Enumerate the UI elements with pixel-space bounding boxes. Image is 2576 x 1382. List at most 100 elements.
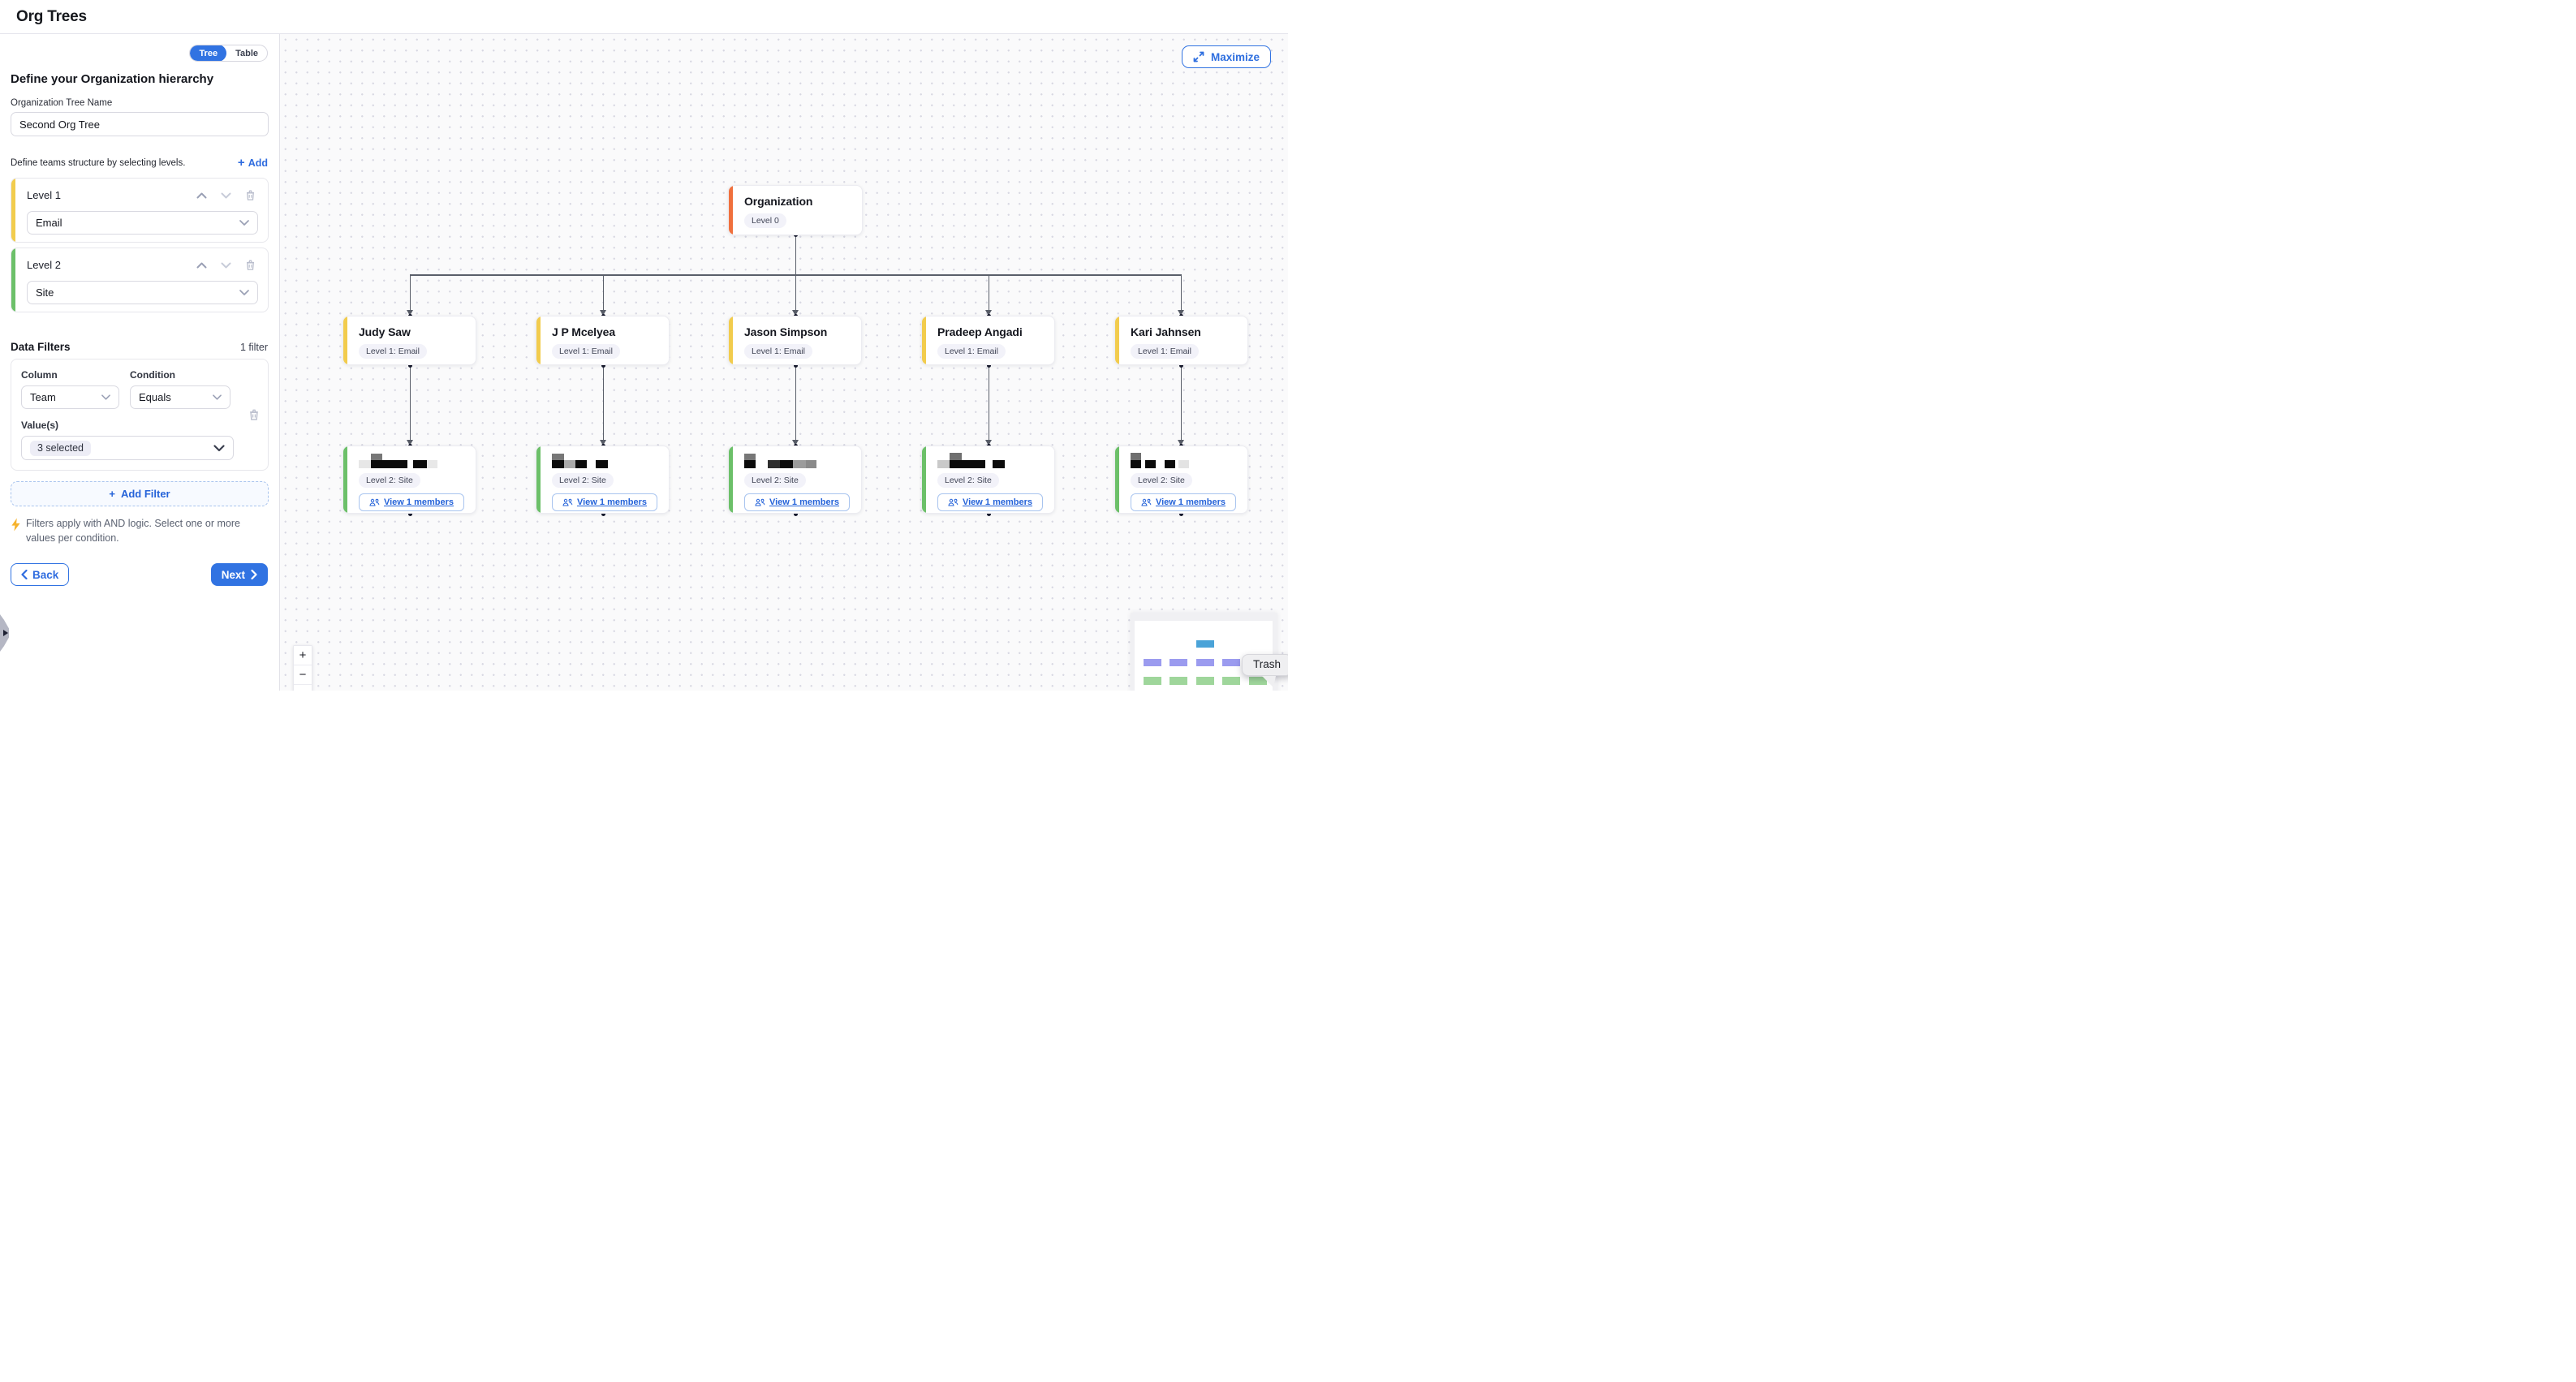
level-badge: Level 2: Site	[359, 473, 420, 488]
move-down-icon[interactable]	[221, 192, 231, 199]
trash-tooltip: Trash	[1242, 654, 1288, 676]
move-up-icon[interactable]	[196, 262, 207, 269]
filter-condition-select[interactable]: Equals	[130, 385, 230, 409]
connector-line	[795, 235, 797, 310]
view-members-button[interactable]: View 1 members	[359, 493, 464, 511]
level-badge: Level 1: Email	[359, 344, 427, 359]
level1-color-stripe	[536, 316, 541, 364]
zoom-out-button[interactable]: −	[294, 665, 312, 685]
org-node-level1[interactable]: Pradeep Angadi Level 1: Email	[921, 316, 1055, 365]
minimap-level1-node	[1170, 659, 1187, 666]
zoom-in-button[interactable]: +	[294, 646, 312, 665]
chevron-left-icon	[21, 570, 28, 579]
level1-color-stripe	[343, 316, 347, 364]
level2-color-stripe	[343, 446, 347, 513]
members-icon	[1141, 498, 1152, 506]
minimap-level1-node	[1144, 659, 1161, 666]
chevron-down-icon	[239, 290, 249, 295]
org-node-level2[interactable]: Level 2: Site View 1 members	[1114, 446, 1248, 514]
view-members-button[interactable]: View 1 members	[937, 493, 1043, 511]
filter-column-select[interactable]: Team	[21, 385, 119, 409]
connector-line	[989, 274, 990, 310]
delete-level-icon[interactable]	[245, 259, 256, 271]
minimap-level1-node	[1222, 659, 1240, 666]
level1-title: Level 1	[27, 189, 196, 201]
minimap[interactable]	[1131, 613, 1277, 691]
condition-label: Condition	[130, 369, 230, 381]
delete-level-icon[interactable]	[245, 189, 256, 201]
move-down-icon[interactable]	[221, 262, 231, 269]
level1-column-select[interactable]: Email	[27, 211, 258, 235]
level2-title: Level 2	[27, 259, 196, 271]
back-button[interactable]: Back	[11, 563, 69, 586]
minimap-level2-node	[1144, 677, 1161, 685]
members-icon	[755, 498, 765, 506]
connector-line	[410, 365, 411, 440]
tree-name-input[interactable]	[11, 112, 269, 136]
chevron-down-icon	[101, 394, 110, 400]
view-mode-toggle[interactable]: Tree Table	[189, 45, 268, 62]
org-node-level2[interactable]: Level 2: Site View 1 members	[728, 446, 862, 514]
view-members-button[interactable]: View 1 members	[744, 493, 850, 511]
minimap-level2-node	[1170, 677, 1187, 685]
chevron-down-icon	[213, 445, 225, 452]
node-name: Pradeep Angadi	[937, 325, 1045, 338]
org-node-level2[interactable]: Level 2: Site View 1 members	[342, 446, 476, 514]
node-name: Organization	[744, 195, 852, 208]
page-title: Org Trees	[16, 8, 87, 26]
lightning-icon	[11, 518, 21, 532]
view-members-button[interactable]: View 1 members	[552, 493, 657, 511]
connector-line	[989, 365, 990, 440]
node-name: J P Mcelyea	[552, 325, 659, 338]
view-members-button[interactable]: View 1 members	[1131, 493, 1236, 511]
level0-color-stripe	[729, 186, 733, 235]
level1-color-stripe	[1115, 316, 1119, 364]
tree-name-label: Organization Tree Name	[11, 98, 268, 108]
node-name: Kari Jahnsen	[1131, 325, 1238, 338]
next-button[interactable]: Next	[211, 563, 268, 586]
org-node-level1[interactable]: Judy Saw Level 1: Email	[342, 316, 476, 365]
config-sidebar: Tree Table Define your Organization hier…	[0, 34, 280, 691]
level-badge: Level 2: Site	[1131, 473, 1192, 488]
level-badge: Level 1: Email	[552, 344, 620, 359]
level-badge: Level 1: Email	[744, 344, 812, 359]
chevron-down-icon	[239, 220, 249, 226]
minimap-level2-node	[1222, 677, 1240, 685]
level2-color-stripe	[1115, 446, 1119, 513]
move-up-icon[interactable]	[196, 192, 207, 199]
members-icon	[562, 498, 573, 506]
connector-line	[1181, 365, 1182, 440]
data-filters-title: Data Filters	[11, 341, 71, 353]
plus-icon: +	[238, 157, 245, 169]
fit-view-button[interactable]	[294, 685, 312, 691]
page-header: Org Trees	[0, 0, 1288, 34]
redacted-name	[1131, 454, 1238, 468]
maximize-button[interactable]: Maximize	[1182, 45, 1271, 68]
plus-icon: +	[109, 488, 115, 500]
add-level-button[interactable]: + Add	[238, 157, 268, 169]
org-node-level1[interactable]: Kari Jahnsen Level 1: Email	[1114, 316, 1248, 365]
filters-note: Filters apply with AND logic. Select one…	[26, 517, 254, 545]
level2-column-select[interactable]: Site	[27, 281, 258, 304]
column-label: Column	[21, 369, 119, 381]
filter-values-select[interactable]: 3 selected	[21, 436, 234, 460]
levels-description: Define teams structure by selecting leve…	[11, 158, 185, 168]
toggle-table[interactable]: Table	[226, 45, 267, 62]
org-node-level2[interactable]: Level 2: Site View 1 members	[536, 446, 670, 514]
arrow-right-icon	[3, 630, 8, 636]
add-filter-button[interactable]: + Add Filter	[11, 481, 269, 506]
org-node-level1[interactable]: J P Mcelyea Level 1: Email	[536, 316, 670, 365]
org-node-root[interactable]: Organization Level 0	[728, 185, 863, 235]
toggle-tree[interactable]: Tree	[190, 45, 226, 62]
filter-card: Column Team Condition Equals	[11, 359, 269, 471]
org-node-level2[interactable]: Level 2: Site View 1 members	[921, 446, 1055, 514]
org-node-level1[interactable]: Jason Simpson Level 1: Email	[728, 316, 862, 365]
org-tree-canvas[interactable]: Maximize	[280, 34, 1288, 691]
redacted-name	[552, 454, 659, 468]
delete-filter-icon[interactable]	[248, 408, 260, 421]
chevron-down-icon	[213, 394, 222, 400]
node-name: Jason Simpson	[744, 325, 851, 338]
level2-color-stripe	[11, 248, 15, 312]
node-name: Judy Saw	[359, 325, 466, 338]
redacted-name	[744, 454, 851, 468]
